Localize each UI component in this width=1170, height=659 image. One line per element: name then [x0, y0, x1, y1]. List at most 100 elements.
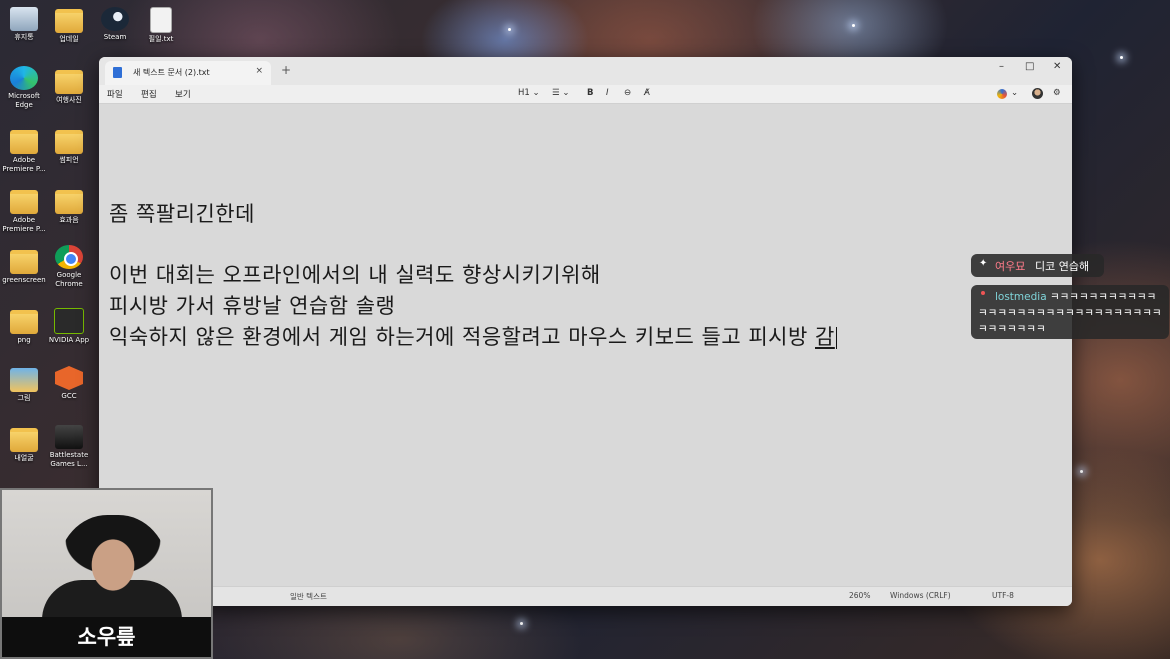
- desktop-icon-recycle-bin[interactable]: 휴지통: [0, 7, 48, 42]
- desktop-icon-folder[interactable]: 썸피언: [45, 130, 93, 165]
- desktop-icon-folder[interactable]: 여행사진: [45, 70, 93, 105]
- close-tab-icon[interactable]: ×: [255, 66, 263, 76]
- desktop-icon-folder[interactable]: greenscreen: [0, 250, 48, 285]
- status-zoom[interactable]: 260%: [849, 591, 870, 600]
- close-window-button[interactable]: ✕: [1053, 61, 1061, 72]
- desktop-icon-label: Adobe Premiere P...: [2, 216, 46, 233]
- status-format: 일반 텍스트: [290, 592, 327, 601]
- tab-title: 새 텍스트 문서 (2).txt: [133, 68, 210, 77]
- desktop-icon-label: Adobe Premiere P...: [2, 156, 46, 173]
- text-line-current: 익숙하지 않은 환경에서 게임 하는거에 적응할려고 마우스 키보드 들고 피시…: [109, 321, 837, 351]
- desktop-icon-gcc[interactable]: GCC: [45, 366, 93, 401]
- desktop-icon-label: GCC: [61, 392, 77, 400]
- settings-icon[interactable]: ⚙: [1053, 88, 1061, 98]
- composing-character: 감: [815, 325, 835, 349]
- star: [520, 622, 523, 625]
- desktop-icon-label: 휴지통: [14, 33, 34, 41]
- folder-icon: [10, 310, 38, 334]
- desktop-icon-nvidia[interactable]: NVIDIA App: [45, 308, 93, 345]
- chat-message: lostmedia ㅋㅋㅋㅋㅋㅋㅋㅋㅋㅋㅋㅋㅋㅋㅋㅋㅋㅋㅋㅋㅋㅋㅋㅋㅋㅋㅋㅋㅋㅋ…: [971, 285, 1169, 339]
- folder-icon: [10, 428, 38, 452]
- account-avatar[interactable]: [1032, 88, 1043, 99]
- desktop-icon-text-file[interactable]: 필일.txt: [137, 7, 185, 44]
- desktop-icon-folder[interactable]: Adobe Premiere P...: [0, 190, 48, 234]
- folder-icon: [55, 70, 83, 94]
- text-line: 익숙하지 않은 환경에서 게임 하는거에 적응할려고 마우스 키보드 들고 피시…: [109, 325, 815, 349]
- desktop-icon-steam[interactable]: Steam: [91, 7, 139, 42]
- chat-text: 디코 연습해: [1035, 260, 1090, 273]
- text-line: 좀 쪽팔리긴한데: [109, 202, 255, 226]
- list-dropdown[interactable]: ☰ ⌄: [552, 88, 569, 98]
- notepad-window: 새 텍스트 문서 (2).txt × + – □ ✕ 파일 편집 보기 H1 ⌄…: [99, 57, 1072, 606]
- link-button[interactable]: ⊖: [624, 88, 631, 98]
- document-tab[interactable]: 새 텍스트 문서 (2).txt ×: [105, 61, 271, 85]
- menu-view[interactable]: 보기: [175, 88, 191, 100]
- text-file-icon: [150, 7, 172, 33]
- star: [508, 28, 511, 31]
- edge-icon: [10, 66, 38, 90]
- menu-file[interactable]: 파일: [107, 88, 123, 100]
- menu-edit[interactable]: 편집: [141, 88, 157, 100]
- desktop-icon-label: Battlestate Games L...: [49, 451, 89, 468]
- text-line: 이번 대회는 오프라인에서의 내 실력도 향상시키기위해: [109, 263, 601, 287]
- desktop-icon-folder[interactable]: Adobe Premiere P...: [0, 130, 48, 174]
- chat-username: 여우묘: [995, 260, 1026, 273]
- chat-username: lostmedia: [995, 291, 1047, 303]
- desktop-icon-label: 내얼굴: [14, 454, 34, 462]
- desktop-icon-folder[interactable]: 효과음: [45, 190, 93, 225]
- folder-icon: [10, 130, 38, 154]
- desktop-icon-battlestate[interactable]: Battlestate Games L...: [45, 425, 93, 469]
- desktop-icon-label: Steam: [103, 33, 127, 41]
- desktop-icon-label: 썸피언: [59, 156, 79, 164]
- pictures-icon: [10, 368, 38, 392]
- status-bar: 일반 텍스트 260% Windows (CRLF) UTF-8: [99, 586, 1072, 606]
- desktop-icon-folder[interactable]: 내얼굴: [0, 428, 48, 463]
- folder-icon: [55, 9, 83, 33]
- chrome-icon: [55, 245, 83, 269]
- star: [1120, 56, 1123, 59]
- steam-icon: [101, 7, 129, 31]
- copilot-icon[interactable]: [997, 89, 1007, 99]
- streamer-name: 소우릎: [2, 617, 211, 657]
- desktop-icon-edge[interactable]: Microsoft Edge: [0, 66, 48, 110]
- desktop-icon-label: greenscreen: [2, 276, 46, 284]
- desktop-icon-label: 효과음: [59, 216, 79, 224]
- title-bar: 새 텍스트 문서 (2).txt × + – □ ✕: [99, 57, 1072, 85]
- folder-icon: [10, 250, 38, 274]
- nvidia-icon: [54, 308, 84, 334]
- folder-icon: [55, 190, 83, 214]
- gcc-icon: [55, 366, 83, 390]
- bold-button[interactable]: B: [587, 88, 593, 98]
- desktop-icon-folder[interactable]: png: [0, 310, 48, 345]
- desktop-icon-chrome[interactable]: Google Chrome: [45, 245, 93, 289]
- desktop-icon-pictures[interactable]: 그림: [0, 368, 48, 403]
- desktop-icon-label: 여행사진: [56, 96, 82, 104]
- clear-formatting-button[interactable]: A̸: [644, 88, 650, 98]
- text-caret: [835, 327, 837, 349]
- webcam-overlay: 소우릎: [0, 488, 213, 659]
- menu-bar: 파일 편집 보기 H1 ⌄ ☰ ⌄ B I ⊖ A̸ ⌄ ⚙: [99, 85, 1072, 104]
- status-encoding[interactable]: UTF-8: [992, 591, 1014, 600]
- text-line: 피시방 가서 휴방날 연습함 솔랭: [109, 294, 396, 318]
- recycle-bin-icon: [10, 7, 38, 31]
- italic-button[interactable]: I: [606, 88, 609, 98]
- desktop-icon-label: 그림: [17, 394, 31, 402]
- desktop-icon-label: NVIDIA App: [48, 336, 90, 344]
- battlestate-icon: [55, 425, 83, 449]
- desktop-icon-label: 필일.txt: [148, 35, 174, 43]
- maximize-button[interactable]: □: [1025, 61, 1034, 72]
- heading-dropdown[interactable]: H1 ⌄: [518, 88, 540, 98]
- text-editor[interactable]: 좀 쪽팔리긴한데 이번 대회는 오프라인에서의 내 실력도 향상시키기위해 피시…: [99, 104, 1072, 587]
- folder-icon: [55, 130, 83, 154]
- star: [1080, 470, 1083, 473]
- folder-icon: [10, 190, 38, 214]
- sparkle-icon: ✦: [979, 258, 988, 269]
- status-line-ending[interactable]: Windows (CRLF): [890, 591, 951, 600]
- desktop-icon-folder[interactable]: 업데일: [45, 9, 93, 44]
- minimize-button[interactable]: –: [999, 61, 1004, 72]
- chat-message: ✦ 여우묘 디코 연습해: [971, 254, 1104, 277]
- copilot-dropdown[interactable]: ⌄: [1011, 88, 1018, 98]
- new-tab-button[interactable]: +: [281, 64, 291, 76]
- desktop-icon-label: Google Chrome: [55, 271, 83, 288]
- desktop-icon-label: 업데일: [59, 35, 79, 43]
